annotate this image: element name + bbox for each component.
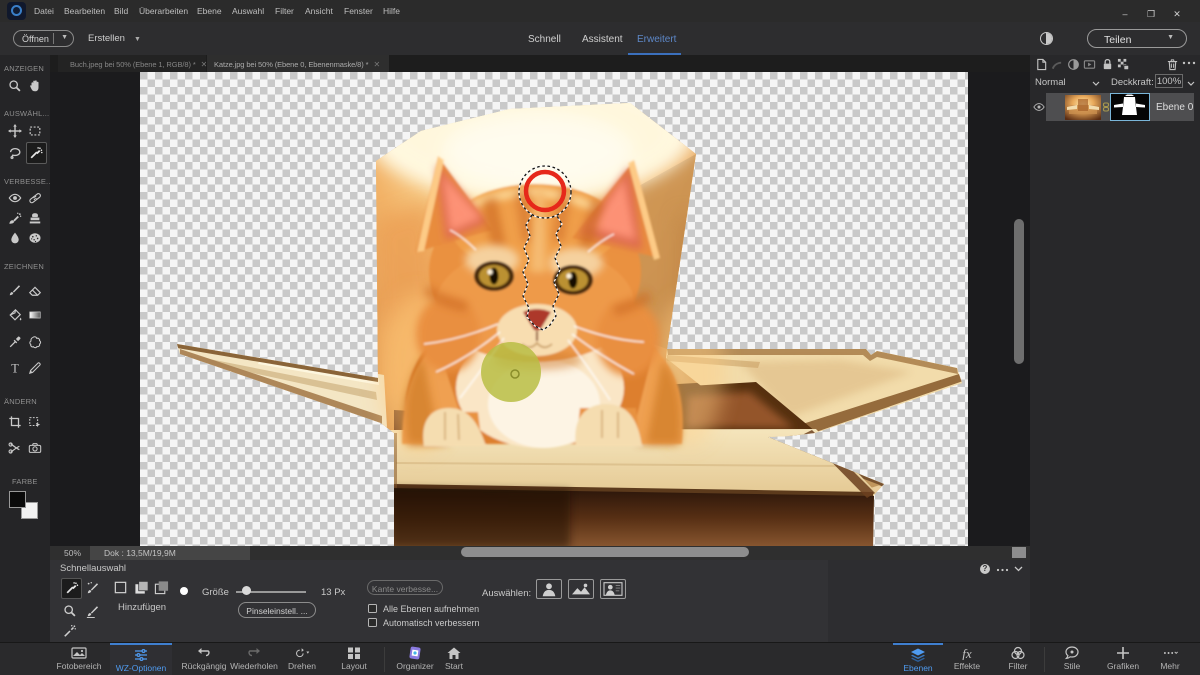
svg-text:fx: fx [962, 646, 972, 660]
svg-text:T: T [11, 361, 19, 375]
